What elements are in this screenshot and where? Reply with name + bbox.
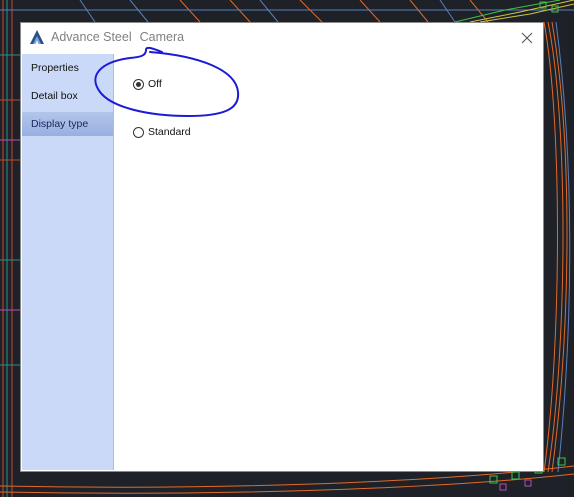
display-type-panel: Off Standard: [117, 54, 537, 470]
radio-option-standard[interactable]: Standard: [133, 126, 191, 138]
radio-label-off: Off: [148, 78, 162, 90]
sidebar-item-label: Detail box: [31, 90, 78, 102]
sidebar-item-display-type[interactable]: Display type: [22, 112, 113, 136]
sidebar-item-detail-box[interactable]: Detail box: [22, 84, 113, 108]
title-bar[interactable]: Advance Steel Camera: [21, 23, 543, 53]
sidebar-item-label: Display type: [31, 118, 89, 130]
sidebar-item-properties[interactable]: Properties: [22, 56, 113, 80]
dialog-title: Camera: [139, 30, 185, 44]
advance-steel-logo-icon: [30, 30, 44, 44]
radio-button-standard[interactable]: [133, 126, 144, 138]
app-name: Advance Steel: [51, 30, 132, 44]
close-icon[interactable]: [517, 28, 537, 48]
window-title: Advance Steel Camera: [51, 30, 184, 44]
camera-dialog: Advance Steel Camera Properties Detail bo…: [20, 22, 544, 472]
radio-option-off[interactable]: Off: [133, 78, 162, 90]
sidebar: Properties Detail box Display type: [22, 54, 114, 470]
sidebar-item-label: Properties: [31, 62, 79, 74]
radio-label-standard: Standard: [148, 126, 191, 138]
radio-button-off[interactable]: [133, 78, 144, 90]
